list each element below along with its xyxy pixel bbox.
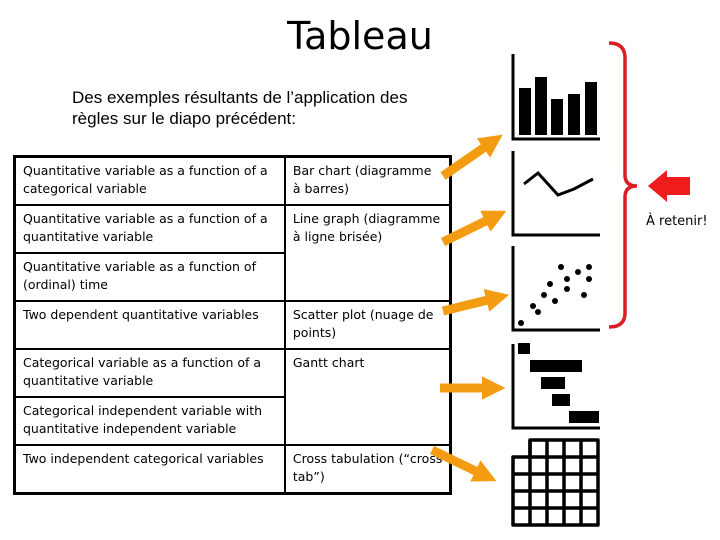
scatter-plot-icon xyxy=(511,246,600,332)
curly-brace xyxy=(608,41,638,329)
condition-cell: Two independent categorical variables xyxy=(13,444,286,495)
condition-cell: Categorical independent variable with qu… xyxy=(13,396,286,446)
table-row: Quantitative variable as a function of a… xyxy=(13,204,452,302)
condition-cell: Two dependent quantitative variables xyxy=(13,300,286,350)
slide-title: Tableau xyxy=(287,14,433,58)
gantt-chart-icon xyxy=(511,343,600,430)
chart-rules-table: Quantitative variable as a function of a… xyxy=(13,155,452,495)
pointer-arrow-icon xyxy=(648,170,690,202)
slide-subtitle: Des exemples résultants de l’application… xyxy=(72,88,408,128)
line-graph-icon xyxy=(511,151,600,237)
chart-type-cell: Gantt chart xyxy=(283,348,452,446)
remember-label: À retenir! xyxy=(646,214,708,229)
condition-cell: Quantitative variable as a function of a… xyxy=(13,155,286,206)
table-row: Categorical variable as a function of a … xyxy=(13,348,452,446)
condition-cell: Categorical variable as a function of a … xyxy=(13,348,286,398)
condition-cell: Quantitative variable as a function of (… xyxy=(13,252,286,302)
cross-tab-icon xyxy=(511,438,600,527)
table-row: Two independent categorical variables Cr… xyxy=(13,444,452,495)
chart-type-cell: Bar chart (diagramme à barres) xyxy=(283,155,452,206)
chart-type-cell: Cross tabulation (“cross tab”) xyxy=(283,444,452,495)
chart-type-cell: Line graph (diagramme à ligne brisée) xyxy=(283,204,452,302)
table-row: Two dependent quantitative variables Sca… xyxy=(13,300,452,350)
condition-cell: Quantitative variable as a function of a… xyxy=(13,204,286,254)
bar-chart-icon xyxy=(511,54,600,141)
chart-type-cell: Scatter plot (nuage de points) xyxy=(283,300,452,350)
table-row: Quantitative variable as a function of a… xyxy=(13,155,452,206)
